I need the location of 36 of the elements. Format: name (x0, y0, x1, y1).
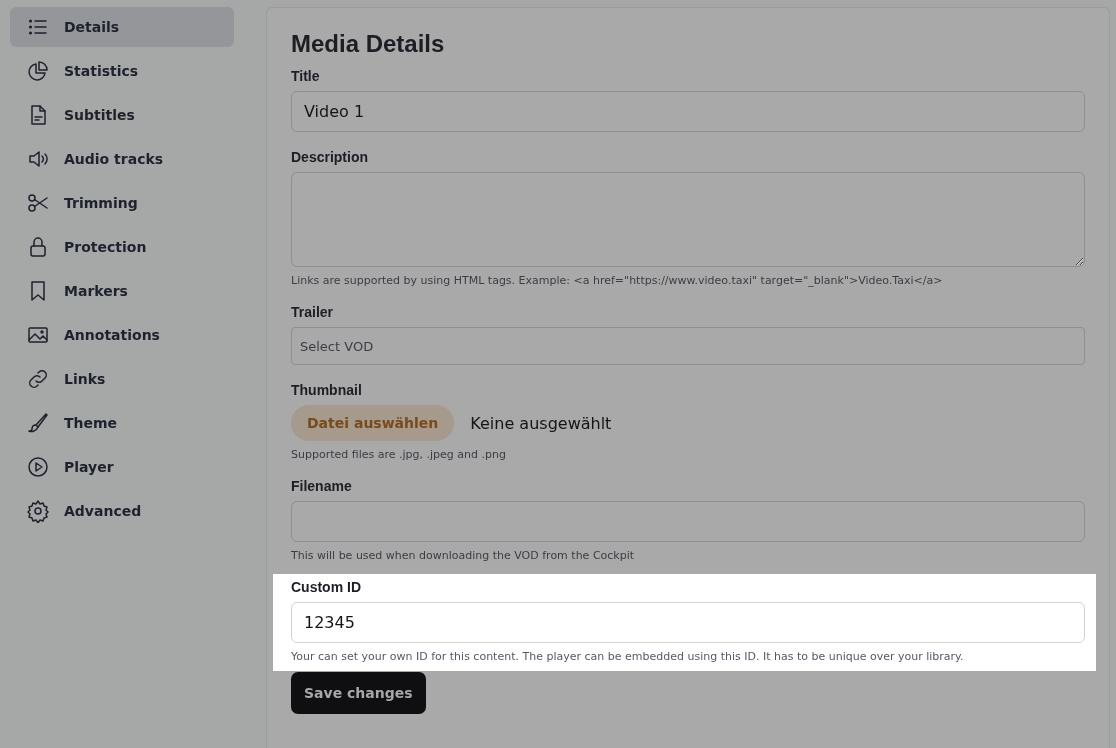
field-label: Thumbnail (291, 382, 363, 398)
sidebar-item[interactable]: Annotations (10, 315, 234, 355)
sidebar-item[interactable]: Trimming (10, 183, 234, 223)
sidebar-item[interactable]: Theme (10, 403, 234, 443)
sidebar-item[interactable]: Player (10, 447, 234, 487)
sidebar-item[interactable]: Markers (10, 271, 234, 311)
help-text: Supported files are .jpg, .jpeg and .png (291, 448, 507, 461)
link-icon (26, 367, 50, 391)
scissors-icon (26, 191, 50, 215)
file-status: Keine ausgewählt (470, 413, 612, 433)
sidebar-item[interactable]: Audio tracks (10, 139, 234, 179)
sidebar-item[interactable]: Protection (10, 227, 234, 267)
field-label: Trailer (291, 304, 335, 320)
input-field[interactable]: Video 1 (291, 91, 1085, 132)
help-text: Links are supported by using HTML tags. Example: <a href="https://www.video.taxi" target="_blank">Video.Taxi</a> (291, 274, 944, 287)
field-label: Description (291, 149, 369, 165)
field-label: Title (291, 68, 321, 84)
input-field[interactable]: 12345 (291, 602, 1085, 643)
help-text: This will be used when downloading the VOD from the Cockpit (291, 549, 636, 562)
text-area[interactable] (291, 172, 1085, 267)
input-field[interactable] (291, 501, 1085, 542)
select-field[interactable]: Select VOD (291, 327, 1085, 365)
save-button[interactable]: Save changes (291, 672, 426, 714)
sidebar-item[interactable]: Details (10, 7, 234, 47)
sidebar-item[interactable]: Links (10, 359, 234, 399)
page-title: Media Details (291, 30, 446, 58)
brush-icon (26, 411, 50, 435)
field-label: Filename (291, 478, 353, 494)
sidebar-item[interactable]: Advanced (10, 491, 234, 531)
pie-chart-icon (26, 59, 50, 83)
play-icon (26, 455, 50, 479)
settings-icon (26, 499, 50, 523)
help-text: Your can set your own ID for this content. The player can be embedded using this ID. It has to be unique over your library. (291, 650, 965, 663)
sidebar-item[interactable]: Statistics (10, 51, 234, 91)
field-label: Custom ID (291, 579, 362, 595)
sidebar-item[interactable]: Subtitles (10, 95, 234, 135)
